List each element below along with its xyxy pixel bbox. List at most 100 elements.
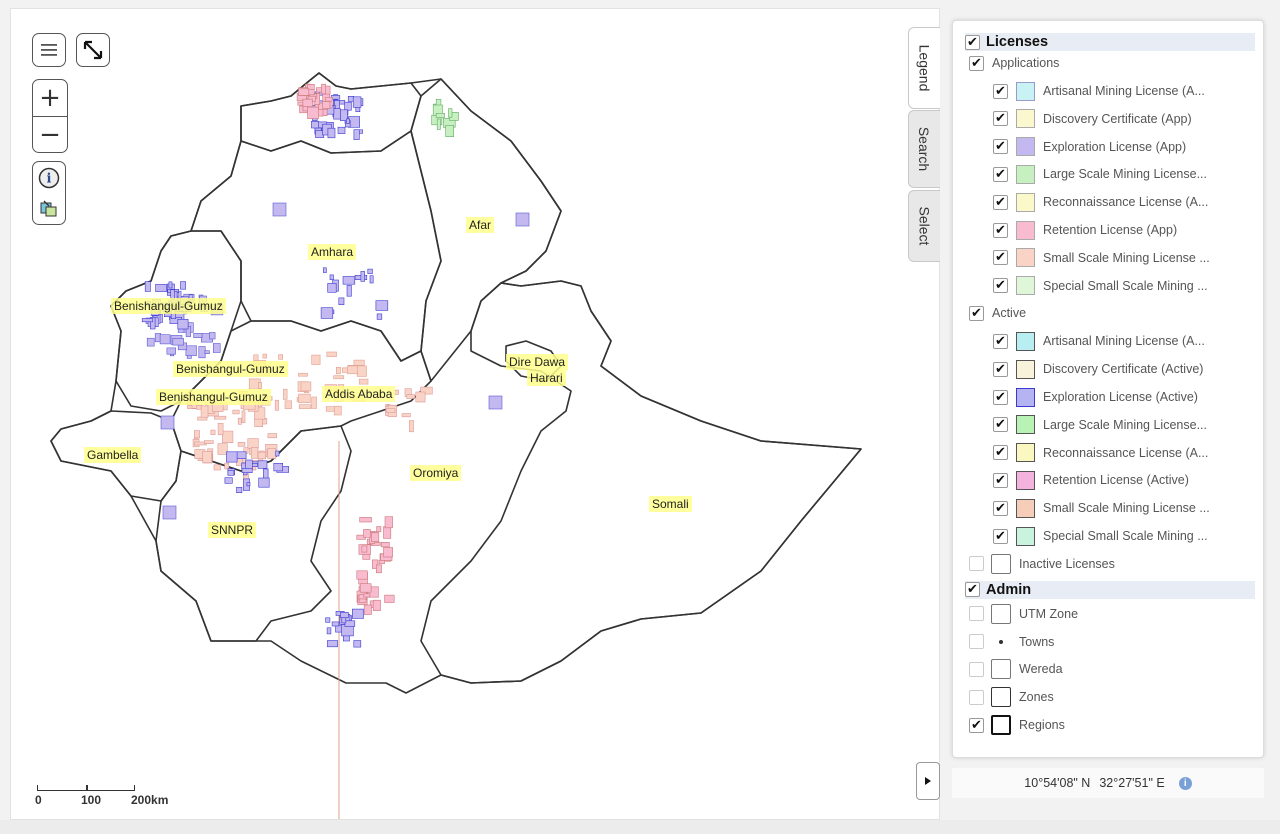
- license-parcel[interactable]: [322, 101, 331, 109]
- license-parcel[interactable]: [351, 608, 364, 619]
- license-parcel[interactable]: [333, 375, 345, 380]
- license-parcel[interactable]: [331, 621, 340, 627]
- license-parcel[interactable]: [298, 404, 312, 409]
- admin-layer-row[interactable]: Towns: [969, 628, 1054, 656]
- map-viewport[interactable]: + − i Afar Amhara Benishangul-Gumuz Beni…: [10, 8, 940, 820]
- license-parcel[interactable]: [445, 125, 455, 138]
- license-parcel[interactable]: [325, 617, 331, 623]
- license-parcel[interactable]: [409, 420, 414, 433]
- license-parcel[interactable]: [282, 388, 288, 400]
- license-parcel[interactable]: [378, 560, 385, 565]
- license-parcel[interactable]: [338, 297, 345, 305]
- license-parcel[interactable]: [384, 516, 393, 529]
- license-parcel[interactable]: [227, 470, 235, 476]
- active-layer-row[interactable]: ✔ Artisanal Mining License (A...: [993, 327, 1205, 355]
- license-parcel[interactable]: [326, 351, 337, 357]
- layer-checkbox[interactable]: ✔: [993, 139, 1008, 155]
- layer-checkbox[interactable]: ✔: [993, 278, 1008, 294]
- admin-layer-row[interactable]: ✔ Regions: [969, 711, 1065, 739]
- layer-checkbox[interactable]: ✔: [969, 55, 984, 71]
- license-parcel[interactable]: [488, 395, 503, 410]
- license-parcel[interactable]: [347, 365, 358, 375]
- license-parcel[interactable]: [278, 354, 284, 360]
- license-parcel[interactable]: [257, 460, 268, 469]
- layer-checkbox[interactable]: ✔: [965, 582, 980, 598]
- license-parcel[interactable]: [177, 318, 189, 330]
- admin-layer-row[interactable]: Zones: [969, 683, 1054, 711]
- license-parcel[interactable]: [193, 333, 203, 338]
- license-parcel[interactable]: [344, 101, 352, 111]
- layer-checkbox[interactable]: ✔: [993, 472, 1008, 488]
- license-parcel[interactable]: [144, 281, 151, 292]
- license-parcel[interactable]: [376, 526, 382, 533]
- license-parcel[interactable]: [180, 281, 186, 290]
- layer-checkbox[interactable]: ✔: [969, 717, 984, 733]
- layer-checkbox[interactable]: ✔: [993, 333, 1008, 349]
- license-parcel[interactable]: [353, 359, 365, 366]
- license-parcel[interactable]: [204, 440, 214, 444]
- application-layer-row[interactable]: ✔ Reconnaissance License (A...: [993, 188, 1208, 216]
- license-parcel[interactable]: [224, 462, 230, 470]
- license-parcel[interactable]: [209, 332, 216, 340]
- admin-layer-row[interactable]: Wereda: [969, 655, 1063, 683]
- license-parcel[interactable]: [347, 96, 354, 102]
- license-parcel[interactable]: [327, 283, 337, 293]
- tab-legend[interactable]: Legend: [908, 27, 940, 109]
- license-parcel[interactable]: [214, 415, 227, 420]
- license-parcel[interactable]: [352, 96, 362, 108]
- license-parcel[interactable]: [258, 382, 262, 389]
- license-parcel[interactable]: [172, 338, 184, 346]
- license-parcel[interactable]: [275, 450, 280, 457]
- license-parcel[interactable]: [361, 545, 368, 553]
- license-parcel[interactable]: [326, 627, 332, 635]
- layers-menu-button[interactable]: [32, 33, 66, 67]
- license-parcel[interactable]: [356, 365, 367, 377]
- application-layer-row[interactable]: ✔ Small Scale Mining License ...: [993, 244, 1210, 272]
- layer-checkbox[interactable]: ✔: [993, 166, 1008, 182]
- license-parcel[interactable]: [194, 430, 200, 439]
- license-parcel[interactable]: [307, 106, 319, 119]
- license-parcel[interactable]: [241, 468, 253, 473]
- license-parcel[interactable]: [202, 451, 213, 464]
- license-parcel[interactable]: [515, 212, 530, 227]
- license-parcel[interactable]: [164, 313, 172, 318]
- active-layer-row[interactable]: ✔ Special Small Scale Mining ...: [993, 522, 1208, 550]
- collapse-panel-button[interactable]: [916, 762, 940, 800]
- license-parcel[interactable]: [362, 553, 371, 560]
- application-layer-row[interactable]: ✔ Retention License (App): [993, 216, 1177, 244]
- license-parcel[interactable]: [380, 541, 390, 548]
- license-parcel[interactable]: [435, 113, 445, 118]
- license-parcel[interactable]: [272, 202, 287, 217]
- license-parcel[interactable]: [327, 640, 338, 648]
- license-parcel[interactable]: [333, 405, 342, 416]
- license-parcel[interactable]: [236, 451, 247, 459]
- license-parcel[interactable]: [210, 429, 216, 435]
- license-parcel[interactable]: [322, 267, 327, 273]
- license-parcel[interactable]: [335, 366, 341, 375]
- license-parcel[interactable]: [246, 482, 251, 487]
- license-parcel[interactable]: [375, 300, 389, 311]
- license-parcel[interactable]: [245, 459, 253, 470]
- license-parcel[interactable]: [241, 410, 246, 423]
- license-parcel[interactable]: [185, 345, 197, 356]
- license-parcel[interactable]: [298, 393, 311, 404]
- license-parcel[interactable]: [204, 350, 210, 355]
- license-parcel[interactable]: [166, 347, 176, 355]
- layer-checkbox[interactable]: [969, 661, 984, 677]
- layer-checkbox[interactable]: ✔: [993, 83, 1008, 99]
- license-parcel[interactable]: [346, 118, 350, 124]
- license-parcel[interactable]: [359, 583, 372, 593]
- license-parcel[interactable]: [384, 594, 395, 603]
- license-parcel[interactable]: [363, 593, 371, 598]
- license-parcel[interactable]: [341, 367, 349, 373]
- license-parcel[interactable]: [337, 126, 346, 134]
- license-parcel[interactable]: [198, 346, 206, 359]
- license-parcel[interactable]: [251, 447, 259, 459]
- layer-checkbox[interactable]: ✔: [993, 361, 1008, 377]
- layer-checkbox[interactable]: [969, 606, 984, 622]
- license-parcel[interactable]: [369, 275, 374, 284]
- license-parcel[interactable]: [363, 529, 371, 538]
- license-parcel[interactable]: [311, 354, 321, 365]
- license-parcel[interactable]: [200, 405, 209, 418]
- license-parcel[interactable]: [372, 599, 381, 611]
